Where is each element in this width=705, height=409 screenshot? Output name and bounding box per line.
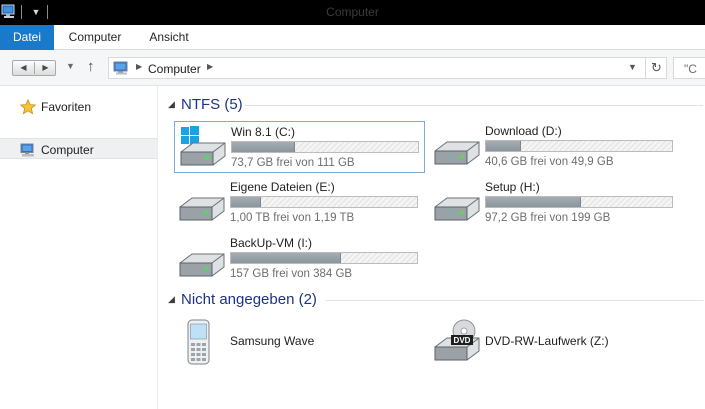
star-icon [20,99,36,115]
drive-tile-e[interactable]: Eigene Dateien (E:) 1,00 TB frei von 1,1… [174,177,425,229]
drive-usage-bar [230,252,418,264]
drive-tile-d[interactable]: Download (D:) 40,6 GB frei von 49,9 GB [429,121,680,173]
drive-tile-i[interactable]: BackUp-VM (I:) 157 GB frei von 384 GB [174,233,425,285]
ribbon-tab-bar: Datei Computer Ansicht [0,25,705,50]
device-name: DVD-RW-Laufwerk (Z:) [485,334,609,348]
drive-usage-bar [485,196,673,208]
drive-usage-fill [486,141,522,151]
back-icon[interactable]: ◀ [13,61,34,75]
back-forward-buttons: ◀ ▶ [12,60,56,76]
collapse-chevron-icon[interactable]: ◢ [168,294,175,305]
group-title: NTFS (5) [181,96,243,113]
content-pane: ◢ NTFS (5) Win 8.1 (C:) 73,7 GB frei von… [159,86,705,409]
refresh-icon[interactable]: ↻ [645,58,667,78]
computer-icon [113,61,128,75]
drive-free-space: 73,7 GB frei von 111 GB [231,157,355,169]
drive-usage-fill [231,197,261,207]
tab-ansicht[interactable]: Ansicht [138,25,200,50]
dvd-drive-icon: DVD [434,319,480,361]
nav-item-favoriten[interactable]: Favoriten [0,96,157,117]
tab-computer[interactable]: Computer [58,25,132,50]
device-tile-samsung-wave[interactable]: Samsung Wave [174,315,425,367]
drive-free-space: 1,00 TB frei von 1,19 TB [230,212,355,224]
breadcrumb-chevron-icon[interactable]: ▶ [207,62,213,71]
window-title: Computer [326,5,379,19]
hard-drive-icon [179,197,225,221]
drive-name: Eigene Dateien (E:) [230,180,335,194]
drive-free-space: 157 GB frei von 384 GB [230,268,353,280]
hard-drive-icon [434,141,480,165]
group-divider [326,300,703,301]
address-toolbar: ◀ ▶ ▼ ↑ ▶ Computer ▶ ▼ ↻ "C [0,50,705,86]
address-bar[interactable]: ▶ Computer ▶ ▼ ↻ [108,57,667,79]
drive-tile-h[interactable]: Setup (H:) 97,2 GB frei von 199 GB [429,177,680,229]
drive-name: Setup (H:) [485,180,540,194]
recent-locations-chevron-icon[interactable]: ▼ [66,61,75,71]
drive-free-space: 40,6 GB frei von 49,9 GB [485,156,614,168]
device-name: Samsung Wave [230,334,315,348]
drive-free-space: 97,2 GB frei von 199 GB [485,212,611,224]
up-arrow-icon[interactable]: ↑ [87,58,95,75]
drive-usage-fill [231,253,341,263]
drive-usage-bar [230,196,418,208]
nav-item-computer[interactable]: Computer [0,138,157,159]
breadcrumb-computer[interactable]: Computer [148,62,201,76]
breadcrumb-chevron-icon[interactable]: ▶ [136,62,142,71]
nav-label: Favoriten [41,100,92,114]
device-tile-dvd-rw[interactable]: DVD DVD-RW-Laufwerk (Z:) [429,315,680,367]
svg-text:DVD: DVD [454,336,471,345]
drive-usage-bar [231,141,419,153]
phone-icon [187,319,210,365]
drive-usage-fill [486,197,581,207]
drive-name: Win 8.1 (C:) [231,125,296,139]
drive-name: Download (D:) [485,124,562,138]
nav-label: Computer [41,143,94,157]
search-placeholder: "C [684,62,697,76]
search-input[interactable]: "C [673,57,705,79]
address-history-chevron-icon[interactable]: ▼ [628,62,637,72]
group-header-ntfs[interactable]: ◢ NTFS (5) [159,96,705,114]
hard-drive-icon [179,253,225,277]
group-header-nicht-angegeben[interactable]: ◢ Nicht angegeben (2) [159,291,705,309]
drive-usage-bar [485,140,673,152]
tab-datei[interactable]: Datei [0,25,54,50]
collapse-chevron-icon[interactable]: ◢ [168,99,175,110]
navigation-pane: Favoriten Computer [0,86,158,409]
forward-icon[interactable]: ▶ [35,61,56,75]
drive-tile-c[interactable]: Win 8.1 (C:) 73,7 GB frei von 111 GB [174,121,425,173]
hard-drive-icon [434,197,480,221]
computer-icon [20,143,34,157]
drive-usage-fill [232,142,296,152]
windows-drive-icon [180,126,226,166]
drive-name: BackUp-VM (I:) [230,236,313,250]
title-bar: ▼ Computer [0,0,705,25]
group-title: Nicht angegeben (2) [181,291,317,308]
group-divider [245,105,703,106]
